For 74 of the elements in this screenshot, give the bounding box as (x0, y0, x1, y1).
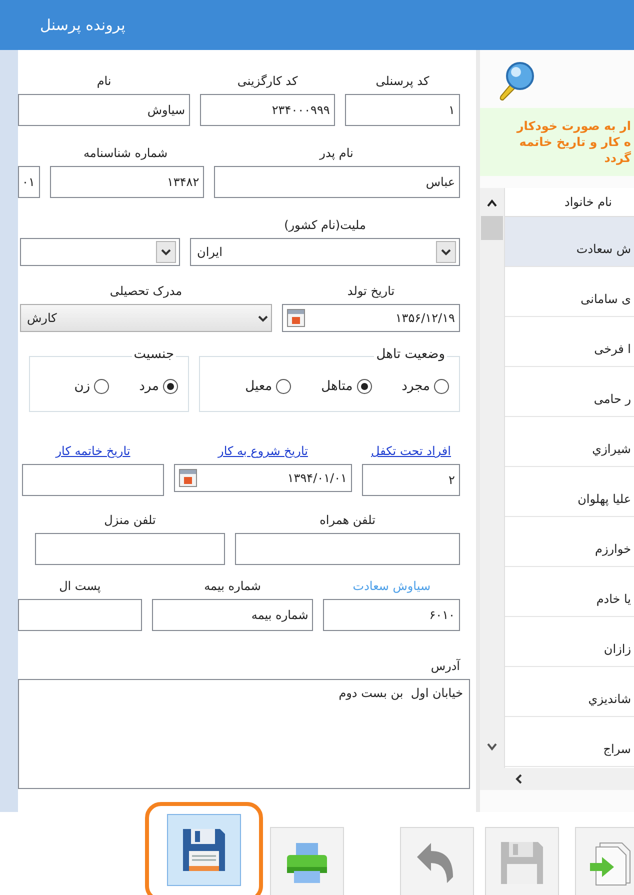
input-field[interactable] (235, 533, 460, 565)
undo-button[interactable] (400, 827, 474, 895)
field-label: شماره بیمه (204, 579, 261, 593)
caret-up-icon[interactable] (486, 198, 498, 208)
field-label: تلفن منزل (104, 513, 156, 527)
list-row[interactable]: خوارزم (505, 517, 634, 567)
input-field[interactable]: ۶۰۱۰ (323, 599, 460, 631)
chevron-down-icon (258, 314, 268, 322)
field-link[interactable]: افراد تحت تکفل (371, 444, 451, 458)
list-row[interactable]: شاندیزي (505, 667, 634, 717)
dropdown[interactable] (20, 238, 180, 266)
radio-button[interactable] (434, 379, 449, 394)
save-button[interactable] (167, 814, 241, 886)
horizontal-scrollbar[interactable] (480, 768, 634, 790)
field-label: تلفن همراه (320, 513, 376, 527)
calendar-icon[interactable] (179, 469, 197, 487)
input-field[interactable]: سیاوش (18, 94, 190, 126)
radio-option[interactable]: مرد (139, 379, 178, 394)
dropdown[interactable]: ایران (190, 238, 460, 266)
input-field[interactable]: ۲ (362, 464, 460, 496)
list-row[interactable]: ش سعادت (505, 217, 634, 267)
field-label: تاریخ تولد (347, 284, 395, 298)
field-label: نام (96, 74, 112, 88)
input-field[interactable]: ۱ (344, 94, 460, 126)
input-field[interactable]: ۰۱ (18, 166, 40, 198)
note-text: گردد (604, 150, 632, 166)
list-row[interactable]: یا خادم (505, 567, 634, 617)
input-field[interactable] (22, 464, 164, 496)
field-label: شماره شناسنامه (83, 146, 168, 160)
radio-button[interactable] (94, 379, 110, 394)
address-textarea[interactable]: خیابان اول بن بست دوم (18, 679, 470, 789)
calendar-icon[interactable] (287, 309, 305, 327)
input-field[interactable]: عباس (214, 166, 460, 198)
radio-option[interactable]: زن (74, 379, 110, 394)
date-field[interactable]: ۱۳۹۴/۰۱/۰۱ (174, 464, 352, 492)
list-row[interactable]: شیرازي (505, 417, 634, 467)
field-link[interactable]: تاریخ خاتمه کار (56, 444, 130, 458)
field-label: ملیت(نام کشور) (284, 218, 366, 232)
note-text: ار به صورت خودکار (516, 118, 632, 134)
radio-button[interactable] (276, 379, 292, 394)
radio-option[interactable]: متاهل (321, 379, 372, 394)
input-field[interactable]: شماره بیمه (152, 599, 314, 631)
radio-option[interactable]: مجرد (402, 379, 449, 394)
group-legend: وضعیت تاهل (374, 347, 447, 362)
list-row[interactable]: ی سامانی (505, 267, 634, 317)
input-field[interactable]: ۱۳۴۸۲ (50, 166, 204, 198)
input-field[interactable] (35, 533, 225, 565)
field-label: کد کارگزینی (237, 74, 298, 88)
scrollbar[interactable] (480, 188, 505, 768)
list-row[interactable]: زازان (505, 617, 634, 667)
caret-left-icon[interactable] (514, 773, 524, 785)
radio-button[interactable] (356, 379, 372, 394)
field-label: پست ال (59, 579, 101, 593)
date-field[interactable]: ۱۳۵۶/۱۲/۱۹ (282, 304, 460, 332)
field-label: مدرک تحصیلی (110, 284, 182, 298)
field-link[interactable]: تاریخ شروع به کار (218, 444, 308, 458)
scrollbar-thumb[interactable] (481, 216, 503, 240)
input-field[interactable] (18, 599, 142, 631)
person-name: سیاوش سعادت (352, 579, 431, 593)
export-button[interactable] (575, 827, 634, 895)
list-row[interactable]: سراج (505, 717, 634, 767)
input-field[interactable]: ۲۳۴۰۰۰۹۹۹ (200, 94, 335, 126)
field-label: نام پدر (320, 146, 354, 160)
radio-option[interactable]: معیل (245, 379, 292, 394)
print-button[interactable] (270, 827, 344, 895)
note-text: ه کار و تاریخ خاتمه (519, 134, 632, 150)
list-row[interactable]: ر حامی (505, 367, 634, 417)
field-label: کد پرسنلی (376, 74, 430, 88)
field-label: آدرس (430, 659, 460, 673)
list-row[interactable]: ا فرخی (505, 317, 634, 367)
caret-down-icon[interactable] (486, 742, 498, 752)
radio-button[interactable] (163, 379, 178, 394)
window-title: پرونده پرسنل (40, 16, 126, 34)
list-row[interactable]: علیا پهلوان (505, 467, 634, 517)
